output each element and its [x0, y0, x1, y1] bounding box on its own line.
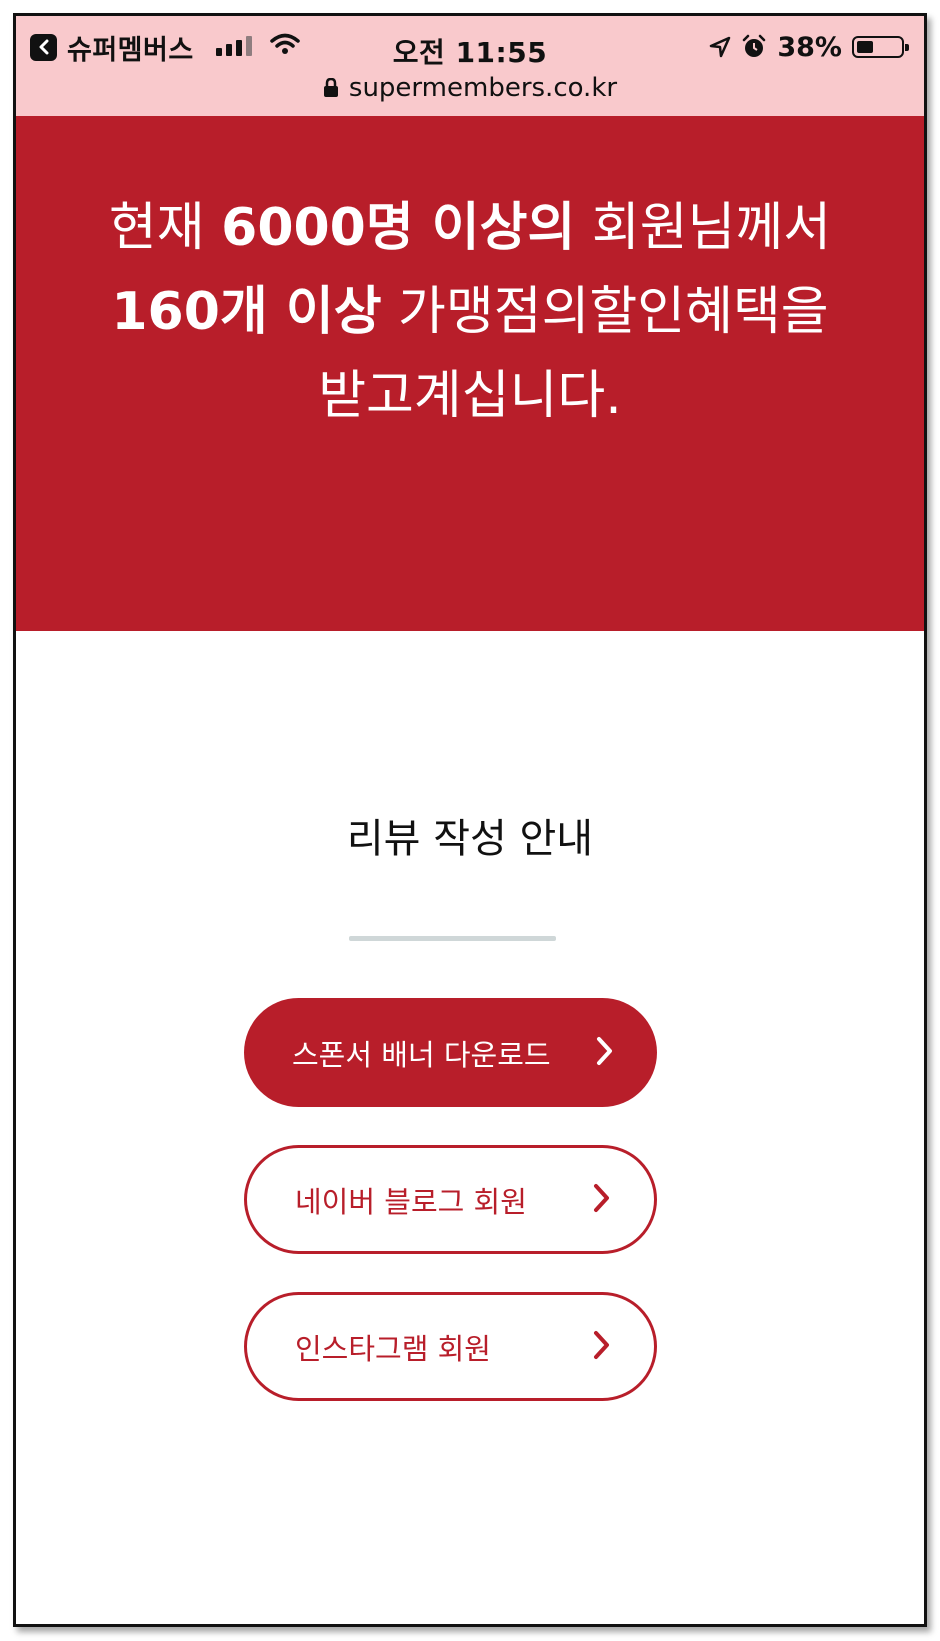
- hero-text: 현재 6000명 이상의 회원님께서 160개 이상 가맹점의할인혜택을 받고계…: [16, 186, 924, 438]
- hero-line-2-bold: 160개 이상: [111, 282, 382, 342]
- chevron-right-icon: [594, 1331, 609, 1359]
- lock-icon: [323, 78, 338, 97]
- hero-line-1: 현재 6000명 이상의 회원님께서: [16, 186, 924, 270]
- chevron-right-icon: [594, 1184, 609, 1212]
- alarm-icon: [743, 34, 766, 57]
- location-icon: [710, 36, 731, 58]
- hero-line-1-post: 회원님께서: [575, 198, 832, 258]
- status-bar: 슈퍼멤버스 오전 11:55 38% supermembers.co.kr: [16, 16, 924, 116]
- address-bar[interactable]: supermembers.co.kr: [16, 70, 924, 106]
- button-label: 네이버 블로그 회원: [295, 1184, 527, 1219]
- section-divider: [349, 936, 556, 941]
- button-label: 인스타그램 회원: [295, 1331, 491, 1366]
- hero-line-2: 160개 이상 가맹점의할인혜택을: [16, 270, 924, 354]
- hero-line-3: 받고계십니다.: [318, 366, 622, 426]
- naver-blog-member-button[interactable]: 네이버 블로그 회원: [244, 1145, 657, 1254]
- hero-line-2-post: 가맹점의할인혜택을: [381, 282, 829, 342]
- hero-banner: 현재 6000명 이상의 회원님께서 160개 이상 가맹점의할인혜택을 받고계…: [16, 116, 924, 631]
- hero-line-1-bold: 6000명 이상의: [221, 198, 576, 258]
- battery-icon: [852, 36, 909, 58]
- chevron-right-icon: [597, 1037, 612, 1065]
- sponsor-banner-download-button[interactable]: 스폰서 배너 다운로드: [244, 998, 657, 1107]
- phone-screenshot-frame: 슈퍼멤버스 오전 11:55 38% supermembers.co.kr 현재…: [13, 13, 927, 1627]
- button-label: 스폰서 배너 다운로드: [292, 1037, 551, 1072]
- url-text: supermembers.co.kr: [348, 73, 618, 103]
- section-title: 리뷰 작성 안내: [346, 816, 594, 862]
- hero-line-1-pre: 현재: [108, 198, 222, 258]
- instagram-member-button[interactable]: 인스타그램 회원: [244, 1292, 657, 1401]
- battery-percent: 38%: [777, 31, 842, 63]
